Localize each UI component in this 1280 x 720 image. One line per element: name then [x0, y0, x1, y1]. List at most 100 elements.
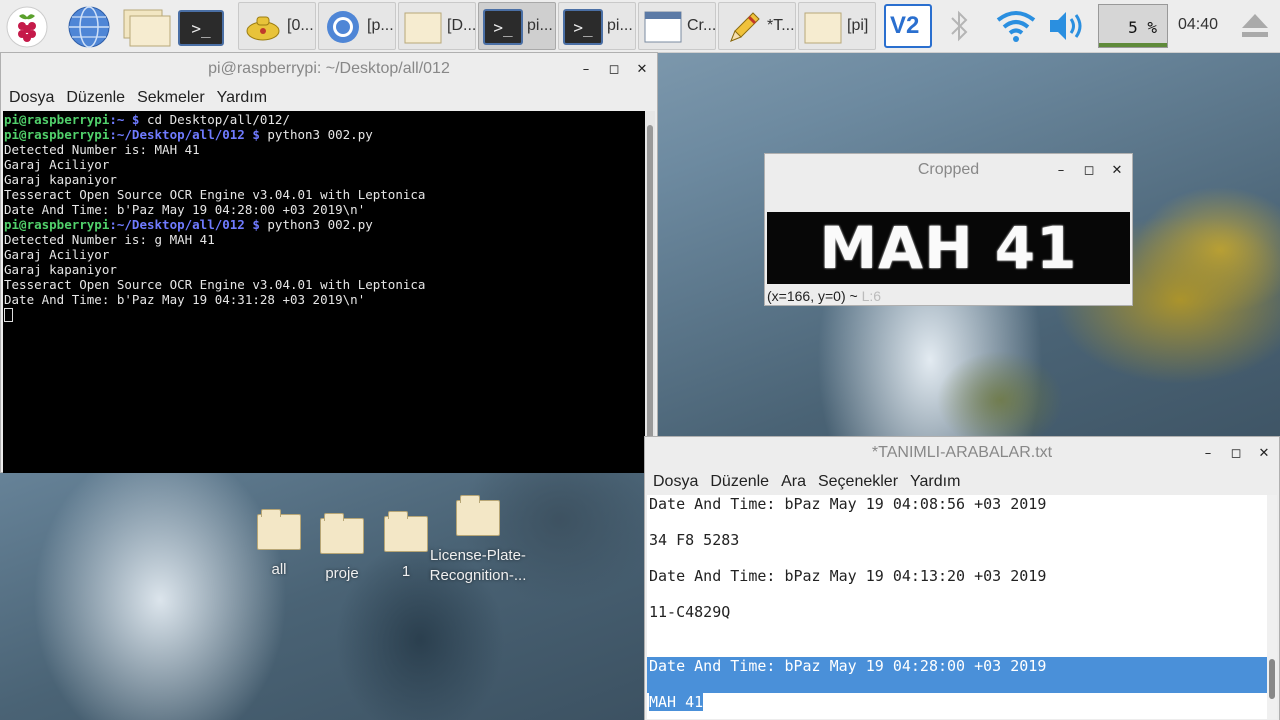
task-button-folder-d[interactable]: [D...: [398, 2, 476, 50]
editor-line: Date And Time: bPaz May 19 04:08:56 +03 …: [649, 495, 1047, 513]
editor-titlebar[interactable]: *TANIMLI-ARABALAR.txt: [645, 437, 1279, 469]
menu-sekmeler[interactable]: Sekmeler: [131, 85, 211, 111]
close-icon[interactable]: ✕: [635, 62, 649, 77]
cpu-usage-text: 5 %: [1128, 18, 1157, 37]
vnc-tray-button[interactable]: V2: [884, 4, 932, 48]
wifi-icon: [996, 11, 1036, 42]
close-icon[interactable]: ✕: [1257, 446, 1271, 461]
raspberry-menu-button[interactable]: [4, 2, 50, 50]
scrollbar-thumb[interactable]: [1269, 659, 1275, 699]
desktop-folder-license-plate[interactable]: License-Plate-Recognition-...: [428, 495, 528, 586]
wifi-tray-button[interactable]: [994, 2, 1038, 50]
task-label: pi...: [607, 17, 633, 34]
window-title: pi@raspberrypi: ~/Desktop/all/012: [208, 60, 450, 77]
window-title: *TANIMLI-ARABALAR.txt: [871, 444, 1053, 461]
menu-yardim[interactable]: Yardım: [904, 469, 966, 495]
editor-scrollbar[interactable]: [1267, 495, 1277, 719]
menu-ara[interactable]: Ara: [775, 469, 812, 495]
cpu-monitor: 5 %: [1098, 4, 1168, 48]
vnc-icon: V2: [890, 12, 920, 39]
editor-line: Date And Time: bPaz May 19 04:13:20 +03 …: [649, 567, 1047, 585]
terminal-cursor-line: [4, 307, 646, 322]
maximize-icon[interactable]: ◻: [1229, 446, 1243, 461]
task-button-terminal[interactable]: >_ pi...: [558, 2, 636, 50]
window-title: Cropped: [917, 161, 980, 178]
clock[interactable]: 04:40: [1172, 2, 1232, 50]
editor-line-selected: [647, 675, 1271, 693]
scrollbar-thumb[interactable]: [647, 125, 653, 465]
raspberry-icon: [6, 6, 48, 48]
task-button-genie[interactable]: [0...: [238, 2, 316, 50]
chromium-icon: [327, 11, 359, 43]
editor-line: 11-C4829Q: [649, 603, 731, 621]
task-label: *T...: [767, 17, 795, 34]
editor-menubar: Dosya Düzenle Ara Seçenekler Yardım: [645, 469, 1279, 495]
web-browser-launcher[interactable]: [66, 2, 112, 50]
editor-text-area[interactable]: Date And Time: bPaz May 19 04:08:56 +03 …: [647, 495, 1271, 719]
maximize-icon[interactable]: ◻: [607, 62, 621, 77]
menu-yardim[interactable]: Yardım: [211, 85, 273, 111]
folder-icon: [804, 12, 842, 44]
terminal-line: Date And Time: b'Paz May 19 04:31:28 +03…: [4, 292, 366, 307]
bluetooth-icon: [951, 10, 968, 42]
menu-duzenle[interactable]: Düzenle: [704, 469, 775, 495]
task-label: pi...: [527, 17, 553, 34]
task-label: [p...: [367, 17, 394, 34]
minimize-icon[interactable]: –: [579, 62, 593, 77]
menu-dosya[interactable]: Dosya: [3, 85, 60, 111]
terminal-launcher[interactable]: >_: [178, 2, 224, 50]
pencil-icon: [730, 12, 760, 42]
terminal-line: pi@raspberrypi:~/Desktop/all/012 $ pytho…: [4, 217, 373, 232]
terminal-scrollbar[interactable]: [645, 111, 655, 471]
desktop-folder-proje[interactable]: proje: [307, 513, 377, 584]
terminal-titlebar[interactable]: pi@raspberrypi: ~/Desktop/all/012: [1, 53, 657, 85]
bluetooth-tray-button[interactable]: [944, 2, 974, 50]
terminal-line: Detected Number is: g MAH 41: [4, 232, 215, 247]
globe-icon: [68, 6, 110, 48]
eject-tray-button[interactable]: [1238, 2, 1272, 50]
desktop-icon-label: proje: [325, 565, 359, 582]
menu-dosya[interactable]: Dosya: [647, 469, 704, 495]
maximize-icon[interactable]: ◻: [1082, 163, 1096, 178]
window-controls: – ◻ ✕: [579, 53, 649, 85]
folder-icon: [257, 509, 301, 550]
minimize-icon[interactable]: –: [1054, 163, 1068, 178]
folder-icon: [123, 9, 171, 47]
file-manager-launcher[interactable]: [122, 2, 171, 50]
folder-icon: [384, 511, 428, 552]
genie-lamp-icon: [246, 16, 280, 41]
terminal-icon: >_: [178, 10, 224, 46]
task-label: [0...: [287, 17, 314, 34]
task-button-cropped[interactable]: Cr...: [638, 2, 716, 50]
window-controls: – ◻ ✕: [1201, 437, 1271, 469]
cursor-status: (x=166, y=0) ~ L:6: [767, 288, 882, 304]
plate-image: MAH 41: [767, 212, 1130, 284]
terminal-line: Garaj kapaniyor: [4, 262, 117, 277]
plate-text: MAH 41: [819, 214, 1078, 282]
terminal-output[interactable]: pi@raspberrypi:~ $ cd Desktop/all/012/ p…: [3, 111, 647, 473]
speaker-icon: [1050, 12, 1082, 40]
task-button-folder-pi[interactable]: [pi]: [798, 2, 876, 50]
window-controls: – ◻ ✕: [1054, 154, 1124, 186]
menu-secenekler[interactable]: Seçenekler: [812, 469, 904, 495]
volume-tray-button[interactable]: [1046, 2, 1090, 50]
editor-line-selected-partial: MAH 41: [649, 693, 704, 711]
terminal-line: Tesseract Open Source OCR Engine v3.04.0…: [4, 277, 426, 292]
task-label: [pi]: [847, 17, 869, 34]
task-button-terminal-active[interactable]: >_ pi...: [478, 2, 556, 50]
terminal-line: Garaj Aciliyor: [4, 157, 110, 172]
close-icon[interactable]: ✕: [1110, 163, 1124, 178]
editor-line-selected: Date And Time: bPaz May 19 04:28:00 +03 …: [647, 657, 1271, 675]
task-button-chromium[interactable]: [p...: [318, 2, 396, 50]
cursor: [4, 308, 13, 322]
terminal-line: Tesseract Open Source OCR Engine v3.04.0…: [4, 187, 426, 202]
editor-line: 34 F8 5283: [649, 531, 740, 549]
task-button-editor[interactable]: *T...: [718, 2, 796, 50]
desktop-folder-all[interactable]: all: [244, 509, 314, 580]
menu-duzenle[interactable]: Düzenle: [60, 85, 131, 111]
task-label: [D...: [447, 17, 477, 34]
minimize-icon[interactable]: –: [1201, 446, 1215, 461]
